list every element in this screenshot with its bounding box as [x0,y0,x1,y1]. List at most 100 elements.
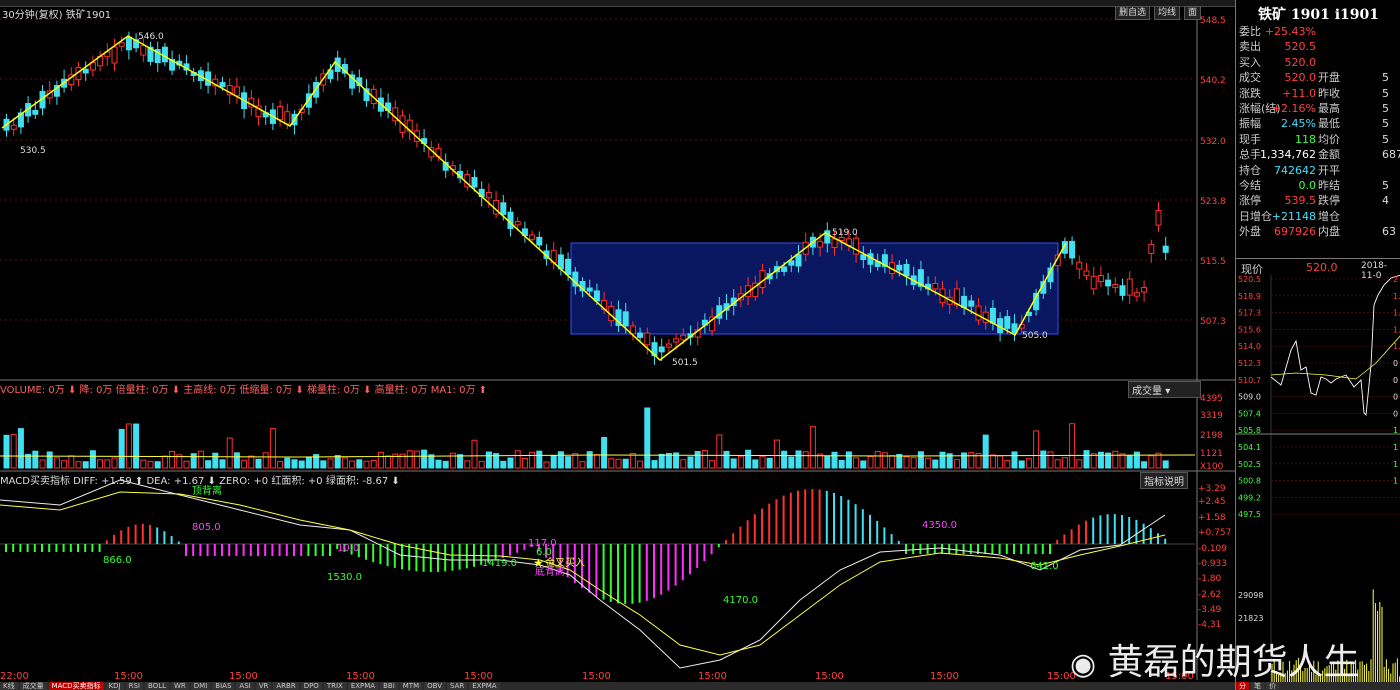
mini-price-tick: 500.8 [1238,477,1261,486]
mini-vol-tick: 29098 [1238,591,1263,600]
macd-label-v866: 866.0 [103,555,132,566]
quote-label-2: 增仓 [1318,209,1340,223]
macd-tick: +1.58 [1198,513,1226,523]
chart-title: 30分钟(复权) 铁矿1901 [2,6,111,21]
macd-tick: +2.45 [1198,497,1226,507]
tab-indicator[interactable]: MTM [399,682,423,690]
mini-price-tick: 504.1 [1238,443,1261,452]
mini-pct-tick: 1.1 [1393,342,1400,351]
quote-label: 持仓 [1239,163,1261,177]
quote-value-2: 5 [1382,71,1389,85]
mini-pct-tick: 0 [1393,393,1398,402]
price-tick: 523.8 [1200,197,1226,207]
quote-value: 742642 [1274,163,1316,177]
volume-header: VOLUME: 0万 ⬇ 降: 0万 倍量柱: 0万 ⬇ 主高线: 0万 低缩量… [0,385,488,396]
tab-indicator[interactable]: DMI [190,682,211,690]
tab-indicator[interactable]: DPO [300,682,322,690]
tab-indicator[interactable]: TRIX [323,682,346,690]
contract-title: 铁矿 1901 i1901 [1258,7,1379,23]
mini-price-tick: 515.6 [1238,325,1261,334]
mini-price-tick: 505.8 [1238,426,1261,435]
quote-value-2: 63 [1382,225,1396,239]
indicator-help-button[interactable]: 指标说明 [1140,472,1188,489]
mini-price-tick: 509.0 [1238,393,1261,402]
tab-indicator[interactable]: BOLL [145,682,169,690]
quote-label-2: 均价 [1318,132,1340,146]
intraday-mini-chart[interactable]: 520.5 518.9 517.3 515.6 514.0 512.3 510.7 509.0… [1236,275,1400,690]
time-tick: 15:00 [346,671,375,682]
watermark: ◉ 黄磊的期货人生 [1070,633,1360,685]
mini-pct-tick: 0 [1393,376,1398,385]
mini-pct-tick: 2 [1393,275,1398,284]
tab-indicator[interactable]: K线 [0,682,18,690]
macd-tick: -0.933 [1198,559,1227,569]
price-label-left: 530.5 [20,146,46,156]
tab-indicator[interactable]: SAR [447,682,468,690]
tab-indicator[interactable]: VR [255,682,272,690]
quote-row: 振幅 2.45% 最低 5 [1236,116,1400,132]
macd-tick: -3.49 [1198,605,1222,615]
mini-price-tick: 520.5 [1238,275,1261,284]
quote-label: 委比 [1239,25,1261,38]
watermark-text: 黄磊的期货人生 [1107,642,1360,683]
quote-row: 涨跌 +11.0 昨收 5 [1236,86,1400,102]
macd-label-v4350: 4350.0 [922,520,957,531]
price-tick: 515.5 [1200,257,1226,267]
macd-tick: +0.757 [1198,528,1231,538]
price-tick: 507.3 [1200,317,1226,327]
macd-label-v4170: 4170.0 [723,595,758,606]
mini-pct-tick: 1.8 [1393,309,1400,318]
quote-label-2: 金额 [1318,148,1340,162]
moving-average-button[interactable]: 均线 [1154,6,1181,20]
tab-indicator[interactable]: BBI [380,682,398,690]
symbol-label: 铁矿1901 [65,10,112,21]
face-button[interactable]: 面 [1184,6,1202,20]
quote-row: 卖出 520.5 [1236,39,1400,55]
quote-value: 1,334,762 [1260,148,1316,162]
tab-indicator[interactable]: ASI [236,682,254,690]
chart-canvas[interactable]: 546.0 530.5 501.5 519.0 505.0 548.5 540.2 532.… [0,0,1235,690]
tab-indicator[interactable]: 成交量 [19,682,47,690]
quote-value: +11.0 [1282,86,1316,100]
volume-tick: X100 [1200,462,1224,472]
tab-indicator[interactable]: BIAS [212,682,235,690]
price-tick: 532.0 [1200,137,1226,147]
mini-pct-tick: 0 [1393,409,1398,418]
indicator-tabs: K线 成交量 MACD买卖指标 KDJ RSI BOLL WR DMI BIAS ASI VR ARB… [0,682,1235,690]
quote-value: 520.0 [1284,71,1317,85]
quote-label-2: 最低 [1318,117,1340,131]
tab-indicator[interactable]: KDJ [105,682,124,690]
tab-indicator[interactable]: ARBR [273,682,299,690]
quote-row: 外盘 697926 内盘 63 [1236,224,1400,240]
mini-price-tick: 518.9 [1238,292,1261,301]
quote-value-2: 5 [1382,117,1389,131]
price-tick: 540.2 [1200,76,1226,86]
tab-indicator[interactable]: EXPMA [347,682,379,690]
quote-panel: 铁矿 1901 i1901 委比 +25.43% 卖出 520.5 买入 520.0 成交 5… [1235,0,1400,690]
tab-indicator[interactable]: RSI [125,682,143,690]
time-tick: 15:00 [464,671,493,682]
quote-row: 日增仓 +21148 增仓 [1236,209,1400,225]
tab-indicator[interactable]: WR [171,682,189,690]
chart-toolbar: 删自选 均线 面 [1115,6,1202,20]
quote-value: +2.16% [1271,102,1316,115]
quote-label: 卖出 [1239,40,1261,54]
macd-label-v805: 805.0 [192,522,221,533]
volume-dropdown[interactable]: 成交量 ▾ [1128,381,1201,398]
quote-value: 539.5 [1284,194,1317,208]
tab-indicator[interactable]: EXPMA [469,682,500,690]
quote-label: 买入 [1239,55,1261,69]
quote-value-2: 5 [1382,179,1389,192]
macd-tick: -0.109 [1198,544,1227,554]
weibo-icon: ◉ [1070,647,1097,682]
quote-label: 振幅 [1239,117,1261,131]
tab-indicator[interactable]: MACD买卖指标 [48,682,104,690]
remove-favorite-button[interactable]: 删自选 [1115,6,1151,20]
star-icon: ★ [533,556,544,570]
quote-row: 委比 +25.43% [1236,24,1400,40]
chevron-down-icon: ▾ [1165,386,1171,397]
quote-label-2: 开盘 [1318,71,1340,85]
macd-tick: -4.31 [1198,620,1221,630]
quote-label: 涨跌 [1239,86,1261,100]
tab-indicator[interactable]: OBV [424,682,446,690]
